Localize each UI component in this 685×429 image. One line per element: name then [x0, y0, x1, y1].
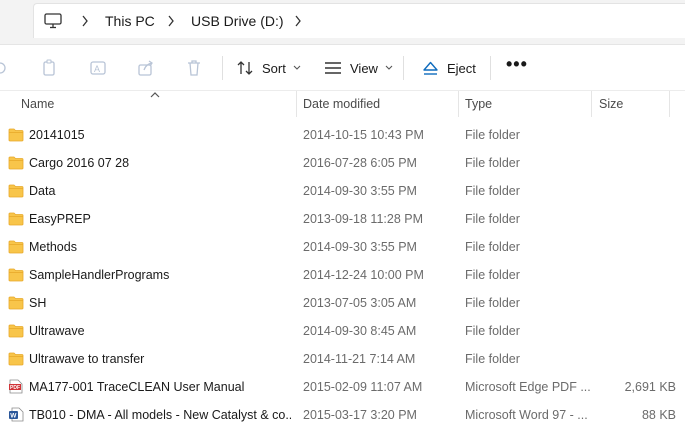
- toolbar-divider: [403, 56, 404, 80]
- delete-icon[interactable]: [185, 59, 203, 77]
- file-row[interactable]: 20141015 2014-10-15 10:43 PM File folder: [0, 121, 685, 149]
- file-type: File folder: [465, 352, 520, 366]
- folder-icon: [8, 212, 24, 226]
- sort-label: Sort: [262, 60, 286, 76]
- folder-icon: [8, 184, 24, 198]
- file-date: 2014-10-15 10:43 PM: [303, 128, 424, 142]
- cut-icon[interactable]: [0, 59, 9, 77]
- file-date: 2014-12-24 10:00 PM: [303, 268, 424, 282]
- file-type: Microsoft Word 97 - ...: [465, 408, 588, 422]
- view-button[interactable]: View: [324, 54, 393, 82]
- file-name: Methods: [29, 240, 77, 254]
- file-type: File folder: [465, 128, 520, 142]
- file-type: Microsoft Edge PDF ...: [465, 380, 591, 394]
- file-row[interactable]: Data 2014-09-30 3:55 PM File folder: [0, 177, 685, 205]
- file-row[interactable]: SH 2013-07-05 3:05 AM File folder: [0, 289, 685, 317]
- file-date: 2014-11-21 7:14 AM: [303, 352, 416, 366]
- sort-ascending-icon: [150, 92, 160, 98]
- folder-icon: [8, 156, 24, 170]
- file-size: 2,691 KB: [624, 380, 676, 394]
- eject-icon: [423, 61, 438, 75]
- file-date: 2013-07-05 3:05 AM: [303, 296, 417, 310]
- folder-icon: [8, 240, 24, 254]
- eject-button[interactable]: Eject: [422, 54, 476, 82]
- file-name: Cargo 2016 07 28: [29, 156, 130, 170]
- command-bar: A Sort View Eject •••: [0, 45, 685, 91]
- breadcrumb-usb-drive[interactable]: USB Drive (D:): [191, 13, 284, 29]
- file-name: MA177-001 TraceCLEAN User Manual: [29, 380, 245, 394]
- file-name: Data: [29, 184, 56, 198]
- address-bar-strip: This PC USB Drive (D:): [0, 0, 685, 45]
- file-type: File folder: [465, 240, 520, 254]
- sort-icon: [237, 61, 253, 75]
- file-row[interactable]: Cargo 2016 07 28 2016-07-28 6:05 PM File…: [0, 149, 685, 177]
- word-doc-icon: W: [9, 407, 24, 422]
- folder-icon: [8, 324, 24, 338]
- file-name: TB010 - DMA - All models - New Catalyst …: [29, 408, 291, 422]
- file-name: Ultrawave to transfer: [29, 352, 145, 366]
- sort-button[interactable]: Sort: [236, 54, 301, 82]
- file-row[interactable]: Ultrawave 2014-09-30 8:45 AM File folder: [0, 317, 685, 345]
- breadcrumb-this-pc[interactable]: This PC: [105, 13, 155, 29]
- svg-text:W: W: [10, 413, 17, 420]
- column-resize-handle[interactable]: [591, 91, 592, 117]
- column-resize-handle[interactable]: [669, 91, 670, 117]
- column-header-type[interactable]: Type: [465, 97, 492, 111]
- column-header-name[interactable]: Name: [21, 97, 54, 111]
- file-date: 2015-03-17 3:20 PM: [303, 408, 417, 422]
- column-header-size[interactable]: Size: [599, 97, 623, 111]
- svg-text:PDF: PDF: [10, 385, 20, 391]
- chevron-right-icon[interactable]: [294, 15, 302, 27]
- pdf-icon: PDF: [9, 379, 23, 394]
- chevron-down-icon: [385, 65, 393, 70]
- file-type: File folder: [465, 184, 520, 198]
- chevron-right-icon[interactable]: [167, 15, 175, 27]
- file-date: 2016-07-28 6:05 PM: [303, 156, 417, 170]
- file-row[interactable]: SampleHandlerPrograms 2014-12-24 10:00 P…: [0, 261, 685, 289]
- file-type: File folder: [465, 296, 520, 310]
- view-icon: [325, 62, 341, 74]
- file-row[interactable]: EasyPREP 2013-09-18 11:28 PM File folder: [0, 205, 685, 233]
- share-icon[interactable]: [137, 59, 155, 77]
- file-row[interactable]: Ultrawave to transfer 2014-11-21 7:14 AM…: [0, 345, 685, 373]
- file-date: 2015-02-09 11:07 AM: [303, 380, 423, 394]
- file-row[interactable]: Methods 2014-09-30 3:55 PM File folder: [0, 233, 685, 261]
- rename-icon[interactable]: A: [89, 59, 107, 77]
- file-name: 20141015: [29, 128, 85, 142]
- file-date: 2014-09-30 3:55 PM: [303, 240, 417, 254]
- file-date: 2013-09-18 11:28 PM: [303, 212, 423, 226]
- file-name: SampleHandlerPrograms: [29, 268, 170, 282]
- file-type: File folder: [465, 268, 520, 282]
- chevron-down-icon: [293, 65, 301, 70]
- more-options-button[interactable]: •••: [506, 55, 528, 73]
- folder-icon: [8, 268, 24, 282]
- file-type: File folder: [465, 212, 520, 226]
- folder-icon: [8, 352, 24, 366]
- file-name: EasyPREP: [29, 212, 91, 226]
- this-pc-icon[interactable]: [44, 13, 62, 29]
- svg-text:A: A: [94, 64, 100, 74]
- chevron-right-icon[interactable]: [81, 15, 89, 27]
- view-label: View: [350, 60, 378, 76]
- copy-icon[interactable]: [41, 59, 59, 77]
- file-name: SH: [29, 296, 47, 310]
- column-resize-handle[interactable]: [296, 91, 297, 117]
- column-header-row: Name Date modified Type Size: [0, 91, 685, 117]
- file-type: File folder: [465, 324, 520, 338]
- file-date: 2014-09-30 8:45 AM: [303, 324, 417, 338]
- column-header-date[interactable]: Date modified: [303, 97, 380, 111]
- file-name: Ultrawave: [29, 324, 85, 338]
- column-resize-handle[interactable]: [458, 91, 459, 117]
- file-row[interactable]: PDF MA177-001 TraceCLEAN User Manual 201…: [0, 373, 685, 401]
- eject-label: Eject: [447, 60, 476, 76]
- file-row[interactable]: W TB010 - DMA - All models - New Catalys…: [0, 401, 685, 429]
- toolbar-divider: [222, 56, 223, 80]
- folder-icon: [8, 296, 24, 310]
- file-date: 2014-09-30 3:55 PM: [303, 184, 417, 198]
- address-bar[interactable]: This PC USB Drive (D:): [33, 3, 685, 38]
- folder-icon: [8, 128, 24, 142]
- toolbar-divider: [490, 56, 491, 80]
- file-size: 88 KB: [641, 408, 676, 422]
- file-type: File folder: [465, 156, 520, 170]
